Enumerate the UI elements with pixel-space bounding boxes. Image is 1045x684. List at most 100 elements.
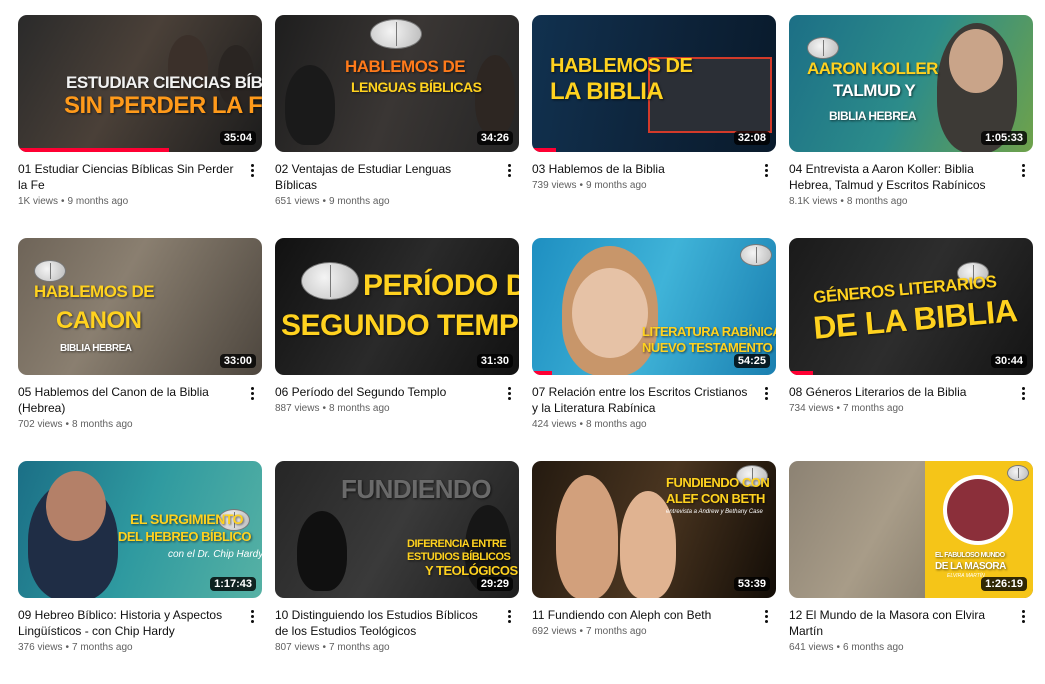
video-card[interactable]: HABLEMOS DE LENGUAS BÍBLICAS 34:26 02 Ve… — [275, 15, 519, 238]
thumbnail-title-line: ESTUDIOS BÍBLICOS — [407, 551, 511, 563]
more-options-icon[interactable] — [1015, 160, 1031, 180]
upload-age: 8 months ago — [328, 403, 390, 414]
more-options-icon[interactable] — [501, 383, 517, 403]
thumbnail-title-line: CANON — [56, 307, 142, 334]
video-title[interactable]: 07 Relación entre los Escritos Cristiano… — [532, 384, 750, 416]
video-card[interactable]: AARON KOLLER TALMUD Y BIBLIA HEBREA 1:05… — [789, 15, 1033, 238]
more-options-icon[interactable] — [758, 606, 774, 626]
video-thumbnail[interactable]: LITERATURA RABÍNICA NUEVO TESTAMENTO 54:… — [532, 238, 776, 375]
video-card[interactable]: FUNDIENDO CON ALEF CON BETH entrevista a… — [532, 461, 776, 684]
video-title[interactable]: 05 Hablemos del Canon de la Biblia (Hebr… — [18, 384, 236, 416]
thumbnail-title-line: HABLEMOS DE — [34, 282, 155, 301]
video-stats: 424 views • 8 months ago — [532, 418, 750, 432]
video-title[interactable]: 08 Géneros Literarios de la Biblia — [789, 384, 1007, 400]
more-options-icon[interactable] — [244, 383, 260, 403]
video-duration: 32:08 — [733, 131, 770, 145]
video-duration: 34:26 — [476, 131, 513, 145]
separator-dot: • — [840, 196, 844, 207]
video-thumbnail[interactable]: HABLEMOS DE LENGUAS BÍBLICAS 34:26 — [275, 15, 519, 152]
more-options-icon[interactable] — [501, 606, 517, 626]
video-thumbnail[interactable]: ESTUDIAR CIENCIAS BÍBLICAS SIN PERDER LA… — [18, 15, 262, 152]
video-grid: ESTUDIAR CIENCIAS BÍBLICAS SIN PERDER LA… — [18, 15, 1033, 684]
video-thumbnail[interactable]: FUNDIENDO CON ALEF CON BETH entrevista a… — [532, 461, 776, 598]
video-card[interactable]: HABLEMOS DE LA BIBLIA 32:08 03 Hablemos … — [532, 15, 776, 238]
video-card[interactable]: EL FABULOSO MUNDO DE LA MASORA ELVIRA MA… — [789, 461, 1033, 684]
separator-dot: • — [322, 403, 326, 414]
video-card[interactable]: LITERATURA RABÍNICA NUEVO TESTAMENTO 54:… — [532, 238, 776, 461]
video-title[interactable]: 01 Estudiar Ciencias Bíblicas Sin Perder… — [18, 161, 236, 193]
video-title[interactable]: 11 Fundiendo con Aleph con Beth — [532, 607, 750, 623]
video-stats: 376 views • 7 months ago — [18, 641, 236, 655]
thumbnail-title-line: LITERATURA RABÍNICA — [642, 324, 776, 339]
more-options-icon[interactable] — [1015, 383, 1031, 403]
video-card[interactable]: EL SURGIMIENTO DEL HEBREO BÍBLICO con el… — [18, 461, 262, 684]
more-options-icon[interactable] — [758, 383, 774, 403]
more-options-icon[interactable] — [758, 160, 774, 180]
upload-age: 7 months ago — [71, 642, 133, 653]
upload-age: 9 months ago — [67, 196, 129, 207]
thumbnail-subtitle: ELVIRA MARTÍN — [947, 573, 985, 579]
video-duration: 1:17:43 — [210, 577, 256, 591]
video-card[interactable]: PERÍODO DEL SEGUNDO TEMPLO 31:30 06 Perí… — [275, 238, 519, 461]
upload-age: 7 months ago — [842, 403, 904, 414]
thumbnail-title-line: DEL HEBREO BÍBLICO — [118, 529, 252, 544]
video-thumbnail[interactable]: GÉNEROS LITERARIOS DE LA BIBLIA 30:44 — [789, 238, 1033, 375]
video-card[interactable]: FUNDIENDO DIFERENCIA ENTRE ESTUDIOS BÍBL… — [275, 461, 519, 684]
upload-age: 9 months ago — [328, 196, 390, 207]
view-count: 734 views — [789, 403, 834, 414]
more-options-icon[interactable] — [501, 160, 517, 180]
video-duration: 29:29 — [476, 577, 513, 591]
video-title[interactable]: 09 Hebreo Bíblico: Historia y Aspectos L… — [18, 607, 236, 639]
video-duration: 35:04 — [219, 131, 256, 145]
upload-age: 8 months ago — [585, 419, 647, 430]
video-title[interactable]: 10 Distinguiendo los Estudios Bíblicos d… — [275, 607, 493, 639]
video-stats: 734 views • 7 months ago — [789, 402, 1007, 416]
more-options-icon[interactable] — [1015, 606, 1031, 626]
video-title[interactable]: 06 Período del Segundo Templo — [275, 384, 493, 400]
video-title[interactable]: 04 Entrevista a Aaron Koller: Biblia Heb… — [789, 161, 1007, 193]
video-title[interactable]: 03 Hablemos de la Biblia — [532, 161, 750, 177]
more-options-icon[interactable] — [244, 606, 260, 626]
separator-dot: • — [579, 180, 583, 191]
video-thumbnail[interactable]: EL FABULOSO MUNDO DE LA MASORA ELVIRA MA… — [789, 461, 1033, 598]
video-stats: 807 views • 7 months ago — [275, 641, 493, 655]
view-count: 1K views — [18, 196, 59, 207]
video-thumbnail[interactable]: HABLEMOS DE CANON BIBLIA HEBREA 33:00 — [18, 238, 262, 375]
upload-age: 8 months ago — [846, 196, 908, 207]
video-stats: 739 views • 9 months ago — [532, 179, 750, 193]
video-title[interactable]: 02 Ventajas de Estudiar Lenguas Bíblicas — [275, 161, 493, 193]
brain-logo-icon — [740, 244, 772, 266]
separator-dot: • — [579, 419, 583, 430]
separator-dot: • — [322, 642, 326, 653]
video-card[interactable]: ESTUDIAR CIENCIAS BÍBLICAS SIN PERDER LA… — [18, 15, 262, 238]
video-title[interactable]: 12 El Mundo de la Masora con Elvira Mart… — [789, 607, 1007, 639]
thumbnail-title-line: HABLEMOS DE — [550, 55, 693, 77]
video-stats: 702 views • 8 months ago — [18, 418, 236, 432]
thumbnail-title-line: PERÍODO DEL — [363, 269, 519, 302]
thumbnail-title-line: AARON KOLLER — [807, 59, 938, 78]
view-count: 641 views — [789, 642, 834, 653]
video-duration: 53:39 — [733, 577, 770, 591]
video-stats: 641 views • 6 months ago — [789, 641, 1007, 655]
view-count: 887 views — [275, 403, 320, 414]
video-thumbnail[interactable]: FUNDIENDO DIFERENCIA ENTRE ESTUDIOS BÍBL… — [275, 461, 519, 598]
upload-age: 6 months ago — [842, 642, 904, 653]
view-count: 739 views — [532, 180, 577, 191]
separator-dot: • — [65, 642, 69, 653]
video-thumbnail[interactable]: PERÍODO DEL SEGUNDO TEMPLO 31:30 — [275, 238, 519, 375]
thumbnail-title-line: BIBLIA HEBREA — [829, 109, 917, 123]
separator-dot: • — [579, 626, 583, 637]
video-duration: 33:00 — [219, 354, 256, 368]
separator-dot: • — [836, 642, 840, 653]
video-stats: 651 views • 9 months ago — [275, 195, 493, 209]
thumbnail-title-line: DIFERENCIA ENTRE — [407, 538, 507, 550]
more-options-icon[interactable] — [244, 160, 260, 180]
video-card[interactable]: GÉNEROS LITERARIOS DE LA BIBLIA 30:44 08… — [789, 238, 1033, 461]
brain-logo-icon — [34, 260, 66, 282]
video-card[interactable]: HABLEMOS DE CANON BIBLIA HEBREA 33:00 05… — [18, 238, 262, 461]
video-thumbnail[interactable]: EL SURGIMIENTO DEL HEBREO BÍBLICO con el… — [18, 461, 262, 598]
thumbnail-title-line: FUNDIENDO CON — [666, 475, 770, 490]
video-thumbnail[interactable]: AARON KOLLER TALMUD Y BIBLIA HEBREA 1:05… — [789, 15, 1033, 152]
video-thumbnail[interactable]: HABLEMOS DE LA BIBLIA 32:08 — [532, 15, 776, 152]
thumbnail-title-line: EL FABULOSO MUNDO — [935, 552, 1005, 559]
